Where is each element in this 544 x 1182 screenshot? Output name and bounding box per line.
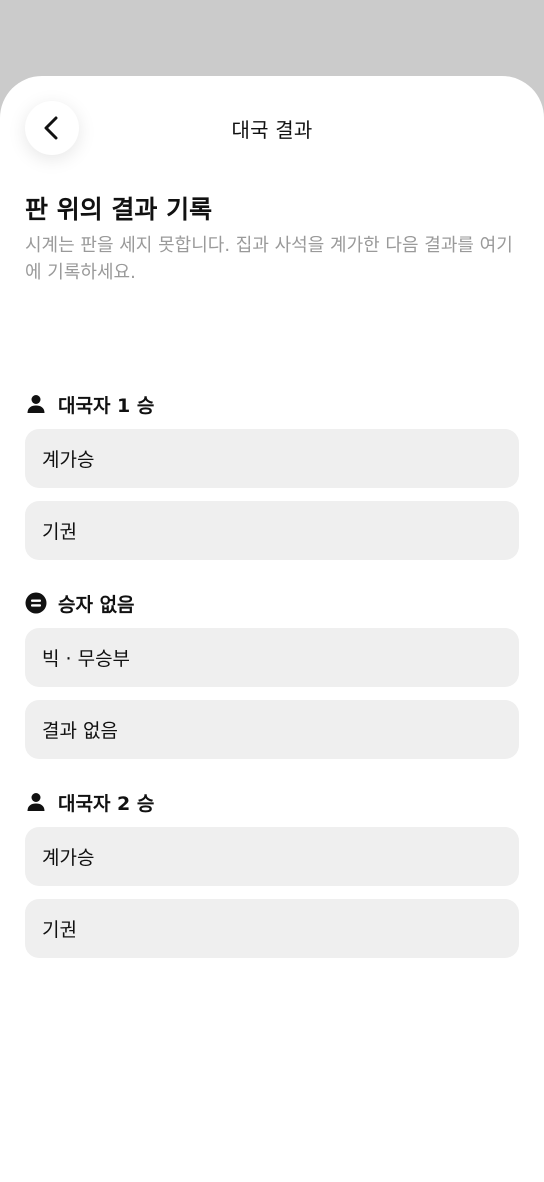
page-title: 대국 결과: [231, 118, 313, 142]
section-description: 시계는 판을 세지 못합니다. 집과 사석을 계가한 다음 결과를 여기에 기록…: [25, 235, 513, 283]
option-player1-resign[interactable]: 기권: [25, 501, 519, 560]
person-icon: [25, 791, 47, 813]
option-player2-resign[interactable]: 기권: [25, 899, 519, 958]
option-seki-draw[interactable]: 빅 · 무승부: [25, 628, 519, 687]
option-player2-count-win[interactable]: 계가승: [25, 827, 519, 886]
option-no-result[interactable]: 결과 없음: [25, 700, 519, 759]
nav-bar: 대국 결과: [0, 76, 544, 184]
group-label: 대국자 1 승: [58, 394, 155, 417]
person-icon: [25, 393, 47, 415]
option-label: 기권: [42, 919, 77, 941]
option-player1-count-win[interactable]: 계가승: [25, 429, 519, 488]
group-header-no-winner: 승자 없음: [25, 590, 135, 616]
section-title: 판 위의 결과 기록: [25, 195, 213, 224]
group-header-player1-win: 대국자 1 승: [25, 391, 154, 417]
option-label: 계가승: [42, 449, 95, 471]
option-label: 빅 · 무승부: [42, 648, 131, 670]
equals-circle-icon: [25, 592, 47, 614]
option-label: 계가승: [42, 847, 95, 869]
intro: 판 위의 결과 기록 시계는 판을 세지 못합니다. 집과 사석을 계가한 다음…: [25, 194, 519, 286]
option-label: 결과 없음: [42, 720, 118, 742]
result-sheet: 대국 결과 판 위의 결과 기록 시계는 판을 세지 못합니다. 집과 사석을 …: [0, 76, 544, 1182]
group-label: 승자 없음: [58, 593, 135, 616]
option-label: 기권: [42, 521, 77, 543]
group-header-player2-win: 대국자 2 승: [25, 789, 154, 815]
group-label: 대국자 2 승: [58, 792, 155, 815]
